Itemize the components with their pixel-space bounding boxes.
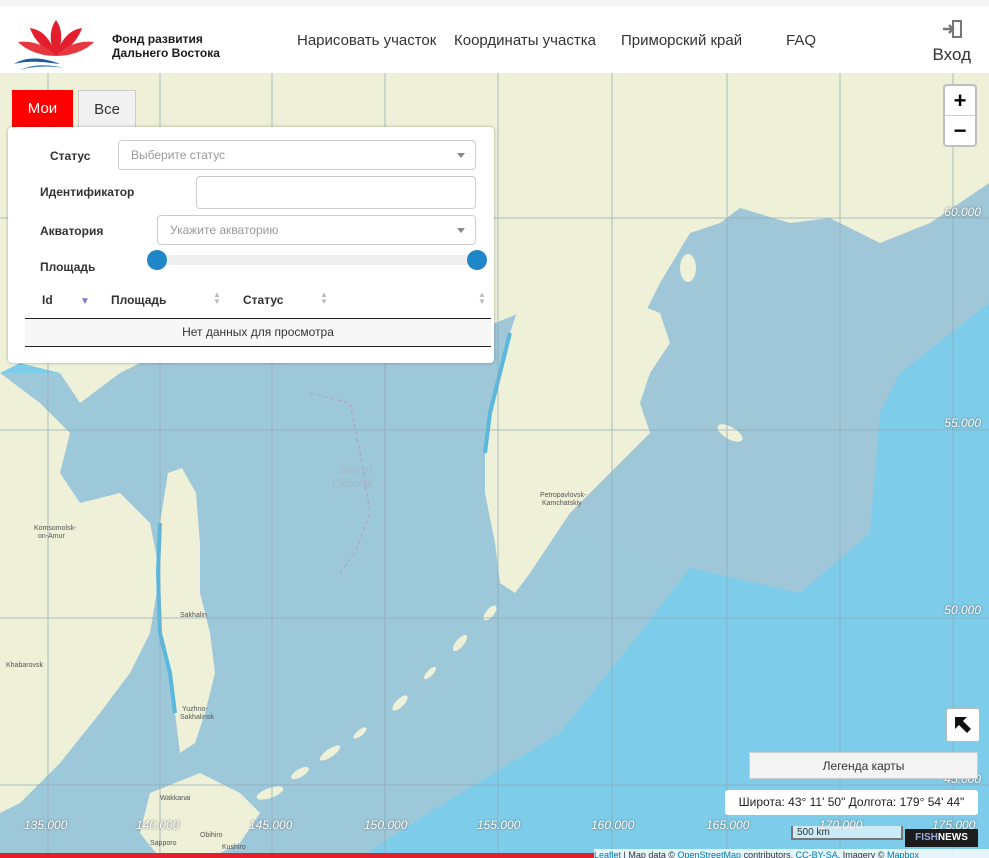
- badge-fish: FISH: [915, 832, 938, 843]
- label-wakkanai: Wakkanai: [160, 795, 191, 802]
- zoom-out-button[interactable]: −: [945, 115, 975, 145]
- chevron-down-icon: [457, 153, 465, 158]
- scale-bar: 500 km: [791, 826, 903, 840]
- fishnews-badge: FISHNEWS: [905, 829, 978, 847]
- osm-link[interactable]: OpenStreetMap: [678, 850, 742, 858]
- tab-all[interactable]: Все: [78, 90, 136, 127]
- area-slider-track[interactable]: [156, 255, 476, 265]
- login-icon: [942, 20, 962, 38]
- label-kamchatsky: Kamchatskiy: [542, 500, 582, 507]
- status-label: Статус: [50, 149, 91, 163]
- mapbox-link[interactable]: Mapbox: [887, 850, 919, 858]
- coordinates-readout: Широта: 43° 11' 50" Долгота: 179° 54' 44…: [725, 790, 978, 815]
- lat-label-50: 50.000: [944, 603, 981, 617]
- sort-desc-icon[interactable]: ▼: [80, 297, 90, 307]
- chevron-down-icon: [457, 228, 465, 233]
- aquatory-placeholder: Укажите акваторию: [170, 223, 279, 237]
- bottom-red-bar: [0, 853, 594, 858]
- header: Фонд развития Дальнего Востока Нарисоват…: [0, 0, 989, 73]
- aquatory-select[interactable]: Укажите акваторию: [157, 215, 476, 245]
- lon-label-165: 165.000: [706, 818, 750, 832]
- label-obihiro: Obihiro: [200, 832, 223, 839]
- logo-text-line1: Фонд развития: [112, 32, 203, 46]
- attrib-imagery: , Imagery ©: [837, 850, 887, 858]
- lon-label-155: 155.000: [477, 818, 521, 832]
- zoom-control: + −: [943, 84, 977, 147]
- nav-primorsky[interactable]: Приморский край: [621, 32, 742, 49]
- column-status[interactable]: Статус: [243, 293, 283, 307]
- login-button[interactable]: Вход: [933, 20, 971, 65]
- logo-lotus-icon: [14, 20, 94, 70]
- sort-icon[interactable]: ▲ ▼: [320, 291, 328, 306]
- aquatory-label: Акватория: [40, 224, 104, 238]
- zoom-in-button[interactable]: +: [945, 86, 975, 115]
- label-sapporo: Sapporo: [150, 840, 177, 847]
- sort-icon[interactable]: ▲ ▼: [478, 291, 486, 306]
- expand-button[interactable]: [946, 708, 980, 742]
- identifier-input[interactable]: [196, 176, 476, 209]
- map-attribution: Leaflet | Map data © OpenStreetMap contr…: [594, 849, 989, 858]
- label-komsomolsk: Komsomolsk-: [34, 525, 77, 532]
- lon-label-140: 140.000: [136, 818, 180, 832]
- lat-label-60: 60.000: [944, 205, 981, 219]
- label-kushiro: Kushiro: [222, 844, 246, 851]
- label-sea2: Okhotsk: [332, 478, 373, 490]
- label-yuzhno: Yuzhno-: [182, 706, 208, 713]
- arrow-up-left-icon: [955, 717, 971, 733]
- area-slider-min-handle[interactable]: [147, 250, 167, 270]
- nav-faq[interactable]: FAQ: [786, 32, 816, 49]
- area-label: Площадь: [40, 260, 96, 274]
- nav-area-coordinates[interactable]: Координаты участка: [454, 32, 596, 49]
- label-on-amur: on-Amur: [38, 533, 66, 540]
- tab-mine[interactable]: Мои: [12, 90, 73, 127]
- status-placeholder: Выберите статус: [131, 148, 226, 162]
- sort-icon[interactable]: ▲ ▼: [213, 291, 221, 306]
- lon-label-160: 160.000: [591, 818, 635, 832]
- logo-text-line2: Дальнего Востока: [112, 46, 220, 60]
- label-sakhalinsk: Sakhalinsk: [180, 714, 214, 721]
- lon-label-150: 150.000: [364, 818, 408, 832]
- legend-button[interactable]: Легенда карты: [749, 752, 978, 779]
- area-slider-max-handle[interactable]: [467, 250, 487, 270]
- logo-text: Фонд развития Дальнего Востока: [112, 32, 220, 60]
- column-id[interactable]: Id: [42, 293, 53, 307]
- attrib-mapdata: | Map data ©: [621, 850, 678, 858]
- label-khabarovsk: Khabarovsk: [6, 662, 43, 669]
- ccbysa-link[interactable]: CC-BY-SA: [796, 850, 838, 858]
- label-sea: Sea of: [340, 464, 373, 476]
- leaflet-link[interactable]: Leaflet: [594, 850, 621, 858]
- table-empty-row: Нет данных для просмотра: [25, 318, 491, 347]
- status-select[interactable]: Выберите статус: [118, 140, 476, 170]
- label-sakhalin: Sakhalin: [180, 612, 207, 619]
- lat-label-55: 55.000: [944, 416, 981, 430]
- identifier-label: Идентификатор: [40, 185, 135, 199]
- attrib-contributors: contributors,: [741, 850, 796, 858]
- lon-label-145: 145.000: [249, 818, 293, 832]
- column-area[interactable]: Площадь: [111, 293, 166, 307]
- label-petropavlovsk: Petropavlovsk-: [540, 492, 587, 499]
- filter-panel: Статус Выберите статус Идентификатор Акв…: [8, 127, 494, 363]
- lon-label-135: 135.000: [24, 818, 68, 832]
- badge-news: NEWS: [937, 832, 968, 843]
- login-label: Вход: [932, 45, 971, 64]
- nav-draw-area[interactable]: Нарисовать участок: [297, 32, 436, 49]
